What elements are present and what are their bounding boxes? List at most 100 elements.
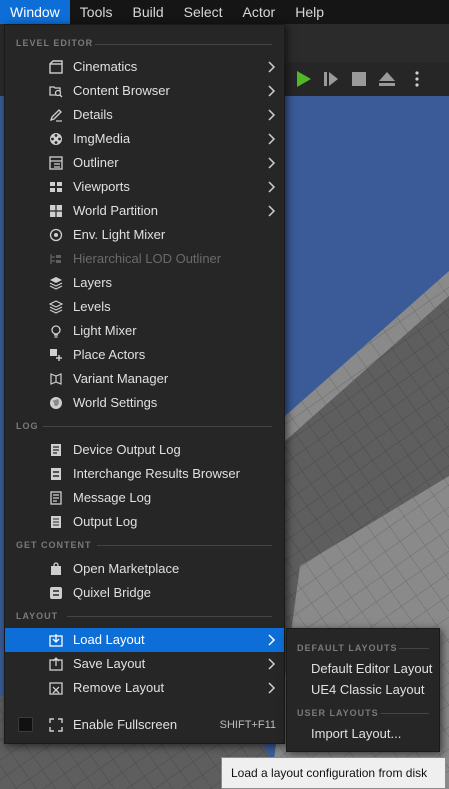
- menu-item-label: Levels: [73, 299, 111, 314]
- menu-window[interactable]: Window: [0, 0, 70, 24]
- menu-item-remove-layout[interactable]: Remove Layout: [5, 676, 284, 700]
- folder-search-icon: [49, 86, 63, 98]
- light-bulb-icon: [51, 325, 61, 338]
- menu-item-label: Cinematics: [73, 59, 138, 74]
- chevron-right-icon: [268, 634, 276, 646]
- chevron-right-icon: [268, 658, 276, 670]
- levels-stack-icon: [49, 300, 63, 314]
- menu-item-label: Viewports: [73, 179, 130, 194]
- menu-build[interactable]: Build: [122, 0, 173, 24]
- marketplace-bag-icon: [51, 562, 61, 575]
- menu-item-load-layout[interactable]: Load Layout: [5, 628, 284, 652]
- fullscreen-corners-icon: [49, 718, 63, 732]
- viewports-grid-icon: [50, 182, 62, 192]
- menu-item-label: Device Output Log: [73, 442, 181, 457]
- outliner-list-icon: [49, 156, 63, 170]
- menu-item-interchange-results-browser[interactable]: Interchange Results Browser: [5, 462, 284, 486]
- menu-item-label: ImgMedia: [73, 131, 131, 146]
- menu-item-imgmedia[interactable]: ImgMedia: [5, 127, 284, 151]
- chevron-right-icon: [268, 205, 276, 217]
- menu-select[interactable]: Select: [174, 0, 233, 24]
- menu-item-message-log[interactable]: Message Log: [5, 486, 284, 510]
- play-icon[interactable]: [292, 68, 314, 90]
- submenu-item-default-editor-layout[interactable]: Default Editor Layout: [287, 658, 439, 679]
- menu-item-device-output-log[interactable]: Device Output Log: [5, 438, 284, 462]
- section-get-content: GET CONTENT: [16, 540, 92, 550]
- chevron-right-icon: [268, 133, 276, 145]
- menu-item-label: Save Layout: [73, 656, 146, 671]
- menu-item-enable-fullscreen[interactable]: Enable Fullscreen SHIFT+F11: [5, 713, 284, 737]
- menu-item-world-settings[interactable]: World Settings: [5, 391, 284, 415]
- menu-actor[interactable]: Actor: [233, 0, 286, 24]
- section-divider: [67, 616, 272, 617]
- menu-item-layers[interactable]: Layers: [5, 271, 284, 295]
- menu-item-open-marketplace[interactable]: Open Marketplace: [5, 557, 284, 581]
- section-log: LOG: [16, 421, 39, 431]
- device-log-icon: [51, 444, 61, 456]
- menu-item-save-layout[interactable]: Save Layout: [5, 652, 284, 676]
- menu-item-label: World Partition: [73, 203, 159, 218]
- section-divider: [97, 545, 272, 546]
- chevron-right-icon: [268, 157, 276, 169]
- section-divider: [399, 648, 429, 649]
- variant-manager-icon: [50, 373, 62, 385]
- stop-icon[interactable]: [348, 68, 370, 90]
- output-log-icon: [51, 516, 61, 528]
- load-layout-submenu: DEFAULT LAYOUTS Default Editor Layout UE…: [286, 628, 440, 752]
- globe-icon: [50, 397, 62, 409]
- menu-item-place-actors[interactable]: Place Actors: [5, 343, 284, 367]
- menu-item-label: Remove Layout: [73, 680, 165, 695]
- section-divider: [95, 44, 272, 45]
- menu-item-cinematics[interactable]: Cinematics: [5, 55, 284, 79]
- chevron-right-icon: [268, 109, 276, 121]
- quixel-bridge-icon: [50, 587, 62, 599]
- menu-item-label: Open Marketplace: [73, 561, 180, 576]
- submenu-item-import-layout[interactable]: Import Layout...: [287, 723, 439, 744]
- menu-item-content-browser[interactable]: Content Browser: [5, 79, 284, 103]
- light-mixer-dial-icon: [49, 228, 63, 242]
- menu-item-levels[interactable]: Levels: [5, 295, 284, 319]
- remove-layout-icon: [49, 682, 63, 695]
- menu-item-outliner[interactable]: Outliner: [5, 151, 284, 175]
- message-log-icon: [50, 491, 62, 505]
- step-forward-icon[interactable]: [320, 68, 342, 90]
- fullscreen-checkbox[interactable]: [18, 717, 33, 732]
- lod-hierarchy-icon: [50, 254, 61, 264]
- menu-help[interactable]: Help: [285, 0, 334, 24]
- menu-bar: Window Tools Build Select Actor Help: [0, 0, 449, 24]
- chevron-right-icon: [268, 682, 276, 694]
- interchange-log-icon: [51, 468, 61, 480]
- menu-item-label: Outliner: [73, 155, 119, 170]
- menu-item-label: Output Log: [73, 514, 138, 529]
- menu-item-quixel-bridge[interactable]: Quixel Bridge: [5, 581, 284, 605]
- menu-item-variant-manager[interactable]: Variant Manager: [5, 367, 284, 391]
- menu-item-hlod-outliner[interactable]: Hierarchical LOD Outliner: [5, 247, 284, 271]
- submenu-item-label: Import Layout...: [311, 726, 402, 741]
- section-default-layouts: DEFAULT LAYOUTS: [297, 643, 398, 653]
- section-user-layouts: USER LAYOUTS: [297, 708, 379, 718]
- menu-item-label: Details: [73, 107, 113, 122]
- menu-item-label: Env. Light Mixer: [73, 227, 166, 242]
- menu-item-label: Place Actors: [73, 347, 146, 362]
- eject-icon[interactable]: [376, 68, 398, 90]
- world-partition-grid-icon: [50, 205, 62, 217]
- play-toolbar: [284, 62, 449, 96]
- menu-item-output-log[interactable]: Output Log: [5, 510, 284, 534]
- menu-item-world-partition[interactable]: World Partition: [5, 199, 284, 223]
- more-options-icon[interactable]: [406, 68, 428, 90]
- menu-item-viewports[interactable]: Viewports: [5, 175, 284, 199]
- submenu-item-ue4-classic-layout[interactable]: UE4 Classic Layout: [287, 679, 439, 700]
- menu-tools[interactable]: Tools: [70, 0, 123, 24]
- layers-icon: [49, 277, 63, 290]
- shortcut-label: SHIFT+F11: [219, 719, 276, 731]
- menu-item-details[interactable]: Details: [5, 103, 284, 127]
- chevron-right-icon: [268, 85, 276, 97]
- film-reel-icon: [50, 133, 62, 145]
- section-layout: LAYOUT: [16, 611, 59, 621]
- menu-item-label: Interchange Results Browser: [73, 466, 240, 481]
- menu-item-label: Enable Fullscreen: [73, 717, 178, 732]
- load-layout-icon: [49, 634, 63, 647]
- tooltip: Load a layout configuration from disk: [221, 757, 446, 789]
- menu-item-light-mixer[interactable]: Light Mixer: [5, 319, 284, 343]
- menu-item-env-light-mixer[interactable]: Env. Light Mixer: [5, 223, 284, 247]
